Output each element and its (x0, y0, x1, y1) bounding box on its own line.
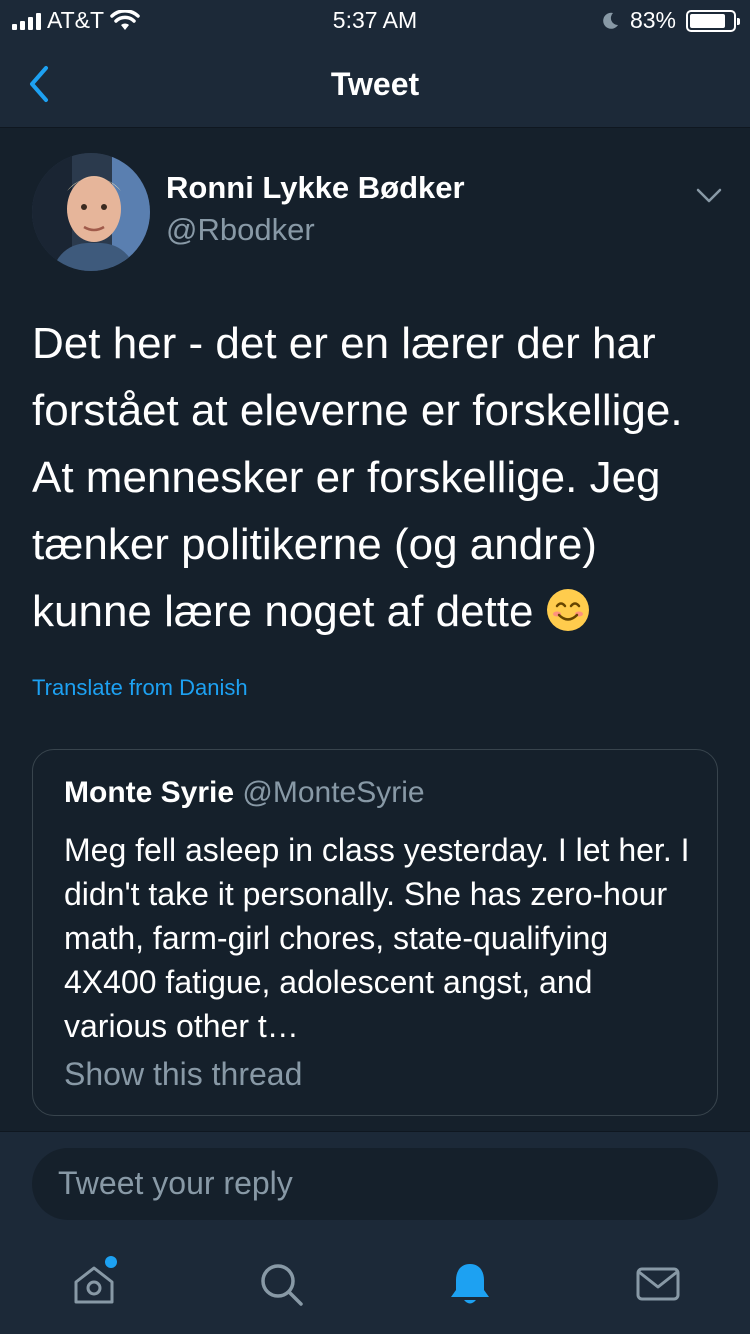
quote-author-name: Monte Syrie (64, 776, 235, 809)
page-title: Tweet (330, 66, 420, 102)
top-bar: AT&T 5:37 AM 83% Tweet (0, 0, 750, 128)
author-handle[interactable]: @Rbodker (166, 212, 315, 248)
quote-text: Meg fell asleep in class yesterday. I le… (64, 832, 690, 1044)
chevron-down-icon[interactable] (694, 180, 724, 210)
author-name[interactable]: Ronni Lykke Bødker (166, 170, 465, 206)
battery-percent: 83% (629, 7, 676, 33)
messages-icon[interactable] (634, 1260, 682, 1308)
moon-icon (603, 12, 618, 29)
notifications-icon[interactable] (446, 1260, 494, 1308)
quoted-tweet-card[interactable]: Monte Syrie @MonteSyrie Meg fell asleep … (32, 749, 718, 1116)
show-thread-link[interactable]: Show this thread (64, 1056, 302, 1093)
bottom-bar: Tweet your reply (0, 1131, 750, 1334)
battery-fill (690, 13, 725, 28)
avatar[interactable] (32, 153, 150, 271)
avatar-image (32, 153, 150, 271)
home-notification-dot (105, 1256, 117, 1268)
translate-link[interactable]: Translate from Danish (32, 675, 248, 701)
status-bar: AT&T 5:37 AM 83% (0, 0, 750, 40)
reply-input[interactable]: Tweet your reply (32, 1148, 718, 1220)
tweet-text: Det her - det er en lærer der har forstå… (32, 310, 722, 645)
smiling-face-emoji-icon (546, 589, 589, 631)
quote-author-handle: @MonteSyrie (242, 776, 425, 809)
battery-icon (686, 9, 740, 32)
status-right: 83% (600, 7, 740, 34)
search-icon[interactable] (257, 1260, 305, 1308)
quote-header: Monte Syrie @MonteSyrie (64, 776, 425, 810)
